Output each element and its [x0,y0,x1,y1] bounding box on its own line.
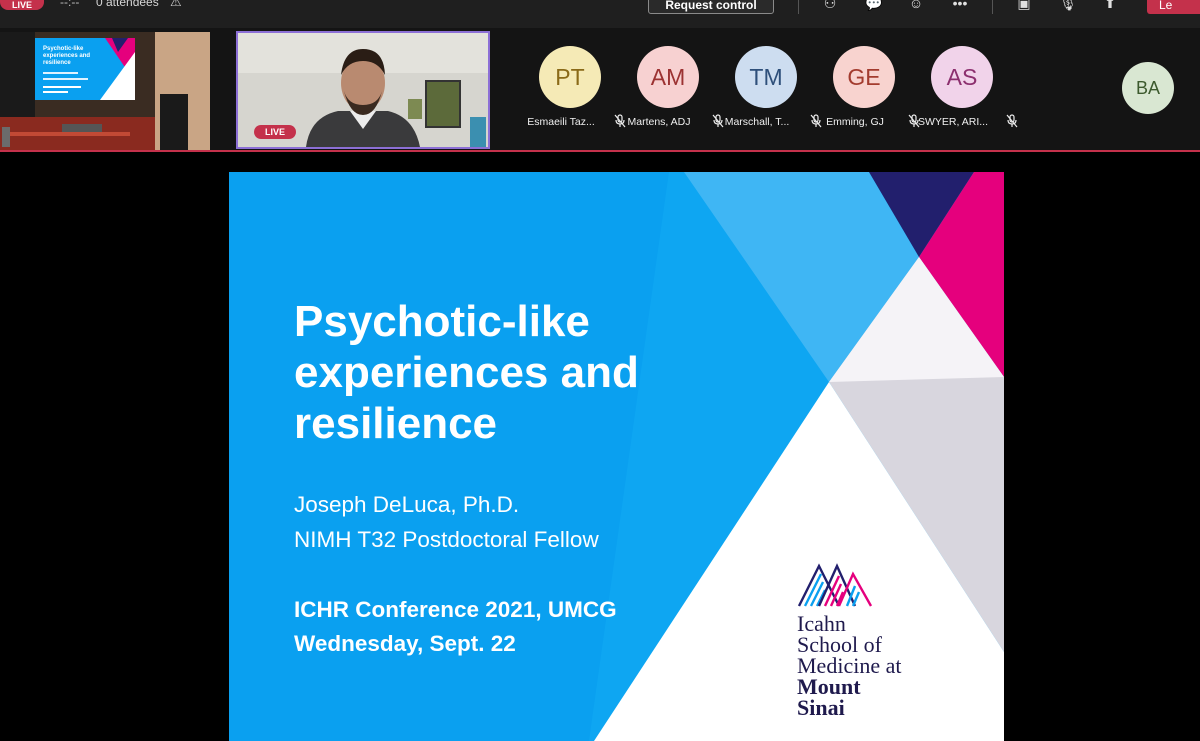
request-control-button[interactable]: Request control [648,0,774,14]
thumb-slide-title: experiences and [43,53,90,59]
slide-author: Joseph DeLuca, Ph.D. [294,492,520,517]
slide-title-line: resilience [294,399,498,448]
avatar: TM [735,46,797,108]
reactions-icon[interactable]: ☺ [906,0,926,13]
slide-position: NIMH T32 Postdoctoral Fellow [294,527,599,552]
participant-name: Marschall, T... [724,116,790,128]
participant-name: Esmaeili Taz... [527,116,595,128]
avatar: PT [539,46,601,108]
slide-title-line: Psychotic-like [294,297,590,346]
participant-name: Martens, ADJ [627,116,691,128]
meeting-toolbar: LIVE --:-- 0 attendees ⚠ Request control… [0,0,1200,28]
toolbar-divider [798,0,799,14]
room-camera-thumbnail[interactable]: Psychotic-like experiences and resilienc… [0,32,210,150]
logo-text: Sinai [797,695,845,720]
camera-off-icon[interactable]: ▣ [1014,0,1034,13]
slide-title-line: experiences and [294,348,639,397]
logo-mark-icon [797,563,873,607]
shared-slide: Psychotic-like experiences and resilienc… [229,172,1004,741]
mic-off-icon [1006,114,1018,128]
avatar: AS [931,46,993,108]
thumb-slide-title: Psychotic-like [43,46,84,52]
participant-name: SWYER, ARI... [917,116,988,128]
attendee-count: 0 attendees [96,0,159,9]
leave-button[interactable]: Le [1147,0,1200,14]
chat-icon[interactable]: 💬 [864,0,884,13]
logo-text: Mount [797,674,861,699]
conference-room-image: Psychotic-like experiences and resilienc… [0,32,210,150]
meeting-timer: --:-- [60,0,80,9]
avatar: BA [1122,62,1174,114]
mount-sinai-logo: Icahn School of Medicine at Mount Sinai [797,560,977,720]
live-badge: LIVE [0,0,44,10]
logo-text: School of [797,632,882,657]
slide-date: Wednesday, Sept. 22 [294,631,516,656]
presenter-video-tile[interactable]: LIVE [236,31,490,149]
slide-title: Psychotic-like experiences and resilienc… [294,296,714,449]
live-badge: LIVE [254,125,296,139]
warning-icon[interactable]: ⚠ [170,0,182,10]
thumb-slide-title: resilience [43,60,71,66]
participant-name: Emming, GJ [826,116,884,128]
logo-text: Medicine at [797,653,902,678]
participant-tile[interactable]: BA [1122,44,1200,144]
participant-strip: Psychotic-like experiences and resilienc… [0,28,1200,152]
more-icon[interactable]: ••• [950,0,970,13]
share-tray-icon[interactable]: ⬆ [1100,0,1120,13]
participant-tile[interactable]: AS SWYER, ARI... [901,46,1021,146]
slide-conference: ICHR Conference 2021, UMCG [294,597,617,622]
toolbar-divider [992,0,993,14]
avatar: AM [637,46,699,108]
share-icon[interactable]: ⚇ [820,0,840,13]
avatar: GE [833,46,895,108]
mic-off-icon[interactable]: 🎙 [1058,0,1078,13]
logo-text: Icahn [797,611,846,636]
